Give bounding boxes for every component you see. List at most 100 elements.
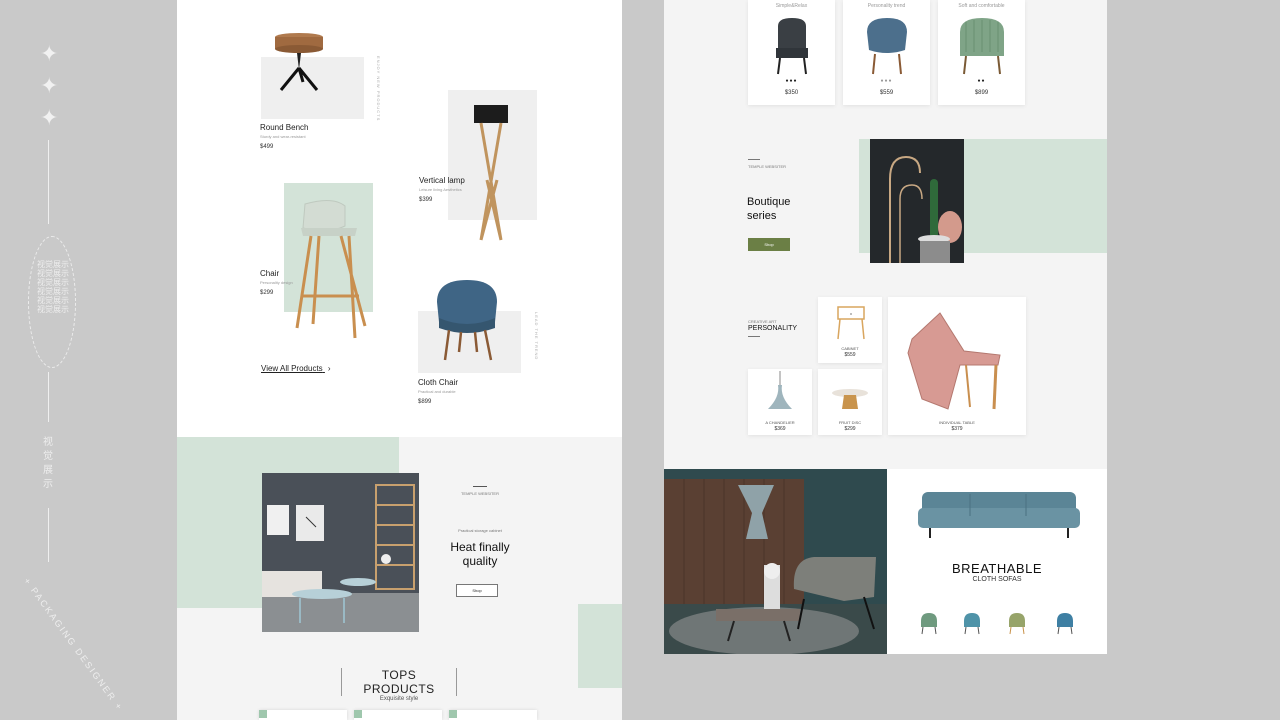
product-card[interactable] [449, 710, 537, 720]
product-card[interactable]: Simple&Relax ●●● $350 [748, 0, 835, 105]
product-card[interactable] [354, 710, 442, 720]
sparkle-icon: ✦ [40, 74, 59, 99]
interior-photo [262, 473, 419, 632]
carousel-dots[interactable]: ●●● [748, 78, 835, 84]
item-label: INDIVIDUAL TABLE [939, 420, 975, 425]
cloth-chair-image [437, 280, 497, 361]
tag-line [748, 336, 760, 337]
product-info: Cloth Chair Practical and durable $899 [418, 378, 458, 405]
page-preview-1: ENJOY NEW PRODUCTS Round Bench Sturdy an… [177, 0, 622, 720]
product-sub: Personality design [260, 280, 293, 285]
product-name: Vertical lamp [419, 176, 465, 185]
sofa-title: BREATHABLE [951, 561, 1042, 576]
item-price: $379 [951, 426, 963, 432]
shop-button[interactable]: Shop [456, 584, 498, 597]
product-card[interactable]: A CHANDELIER $369 [748, 369, 812, 435]
product-card[interactable]: INDIVIDUAL TABLE $379 [888, 297, 1026, 435]
product-price: $399 [419, 197, 433, 203]
side-label: LEAD THE TREND [534, 312, 539, 361]
chair-image [776, 18, 808, 75]
personality-heading: CREATIVE ART PERSONALITY [748, 319, 797, 337]
vertical-lamp-image [474, 105, 508, 241]
divider-line [48, 372, 49, 422]
cabinet-image [837, 306, 865, 340]
product-info: Vertical lamp Leisure living Aesthetics … [419, 176, 465, 203]
product-price: $899 [418, 399, 432, 405]
card-caption: Simple&Relax [775, 3, 808, 9]
divider-line [48, 140, 49, 224]
tag-line [748, 159, 760, 160]
carousel-dots[interactable]: ●● [938, 78, 1025, 84]
item-label: FRUIT DISC [838, 420, 862, 425]
boutique-photo [870, 139, 964, 263]
product-sub: Sturdy and wear-resistant [260, 134, 306, 139]
card-price: $350 [784, 90, 799, 96]
sofa-sub: CLOTH SOFAS [972, 576, 1022, 583]
product-name: Chair [260, 269, 280, 278]
product-price: $499 [260, 144, 274, 150]
chair-image [960, 18, 1004, 75]
card-caption: Soft and comfortable [958, 3, 1005, 9]
product-info: Round Bench Sturdy and wear-resistant $4… [260, 123, 308, 150]
view-all-label: View All Products [261, 364, 323, 373]
tag-line [473, 486, 487, 487]
chandelier-image [768, 371, 792, 409]
chair-image [867, 18, 907, 75]
item-price: $299 [844, 426, 856, 432]
tops-heading: TOPS PRODUCTS Exquisite style [341, 668, 457, 702]
mint-block [578, 604, 622, 688]
product-card[interactable]: FRUIT DISC $299 [818, 369, 882, 435]
sofa-image [918, 492, 1080, 538]
sparkle-icon: ✦ [40, 42, 59, 67]
feature-title: Heat finally [450, 540, 510, 554]
feature-sub: Practical storage cabinet [458, 528, 502, 533]
living-room-photo [664, 469, 887, 654]
card-caption: Personality trend [867, 3, 906, 9]
armchair-icon[interactable] [1006, 611, 1028, 635]
round-bench-image [275, 33, 323, 91]
armchair-icon[interactable] [1054, 611, 1076, 635]
personality-tag: CREATIVE ART [748, 319, 777, 324]
fruit-disc-image [832, 389, 868, 409]
product-price: $299 [260, 290, 274, 296]
product-card[interactable]: Personality trend ●●● $559 [843, 0, 930, 105]
product-sub: Practical and durable [418, 389, 456, 394]
feature-copy: TEMPLE WEBSITER [447, 486, 513, 496]
page-preview-2: Simple&Relax ●●● $350 Personality trend … [664, 0, 1107, 654]
arc-text: + PACKAGING DESIGNER + [21, 576, 126, 713]
product-card[interactable] [259, 710, 347, 720]
feature-tag: TEMPLE WEBSITER [460, 491, 499, 496]
product-name: Round Bench [260, 123, 309, 132]
table-image [907, 312, 1001, 410]
chair-image [295, 200, 367, 339]
carousel-dots[interactable]: ●●● [843, 78, 930, 84]
vertical-title: 视觉展示 [43, 437, 53, 490]
product-info: Chair Personality design $299 [260, 269, 293, 296]
item-price: $369 [774, 426, 786, 432]
item-label: A CHANDELIER [765, 420, 795, 425]
boutique-title-line: series [747, 210, 777, 222]
card-price: $559 [879, 90, 894, 96]
item-label: CABINET [841, 346, 859, 351]
item-price: $559 [844, 352, 856, 358]
feature-title: quality [462, 554, 498, 568]
product-name: Cloth Chair [418, 378, 459, 387]
view-all-products-link[interactable]: View All Products › [261, 364, 331, 373]
boutique-title-line: Boutique [747, 196, 791, 208]
shop-button[interactable]: Shop [748, 238, 790, 251]
feature-copy: Practical storage cabinet Heat finally q… [439, 528, 521, 568]
divider-line [48, 508, 49, 562]
sparkle-icon: ✦ [40, 106, 59, 131]
boutique-title: Boutique series [747, 195, 790, 223]
side-label: ENJOY NEW PRODUCTS [376, 56, 381, 122]
tops-sub: Exquisite style [379, 696, 419, 702]
left-decoration: ✦ ✦ ✦ 视觉展示视觉展示视觉展示视觉展示视觉展示视觉展示 视觉展示 + PA… [0, 0, 177, 720]
product-card[interactable]: CABINET $559 [818, 297, 882, 363]
tops-title: TOPS PRODUCTS [341, 668, 457, 696]
armchair-icon[interactable] [918, 611, 940, 635]
chevron-right-icon: › [327, 364, 331, 373]
card-price: $899 [974, 90, 989, 96]
product-sub: Leisure living Aesthetics [419, 187, 462, 192]
armchair-icon[interactable] [961, 611, 983, 635]
product-card[interactable]: Soft and comfortable ●● $899 [938, 0, 1025, 105]
